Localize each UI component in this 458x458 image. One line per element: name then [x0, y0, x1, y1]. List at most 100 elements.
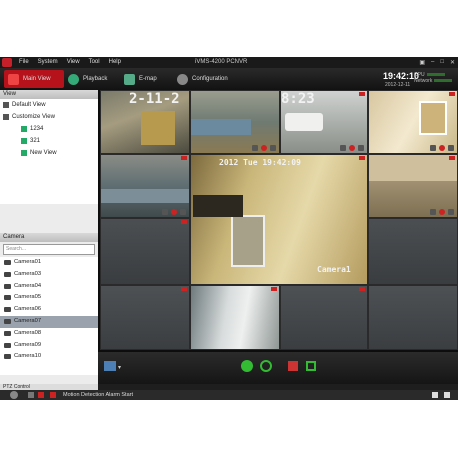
camera-item[interactable]: Camera05: [0, 292, 98, 304]
system-meters: CPU Network: [414, 72, 453, 84]
alarm-flag-icon: [359, 287, 365, 291]
camera-icon: [4, 283, 11, 289]
alarm-flag-icon: [181, 220, 187, 224]
tab-label: E-map: [139, 76, 157, 82]
layout-icon[interactable]: [104, 361, 116, 371]
video-tile[interactable]: [368, 154, 458, 218]
video-tile[interactable]: [190, 90, 280, 154]
close-icon[interactable]: [358, 145, 364, 151]
alarm-flag-icon: [359, 92, 365, 96]
network-label: Network: [414, 78, 433, 84]
alarm-list-icon[interactable]: [28, 392, 34, 398]
video-grid: 2-11-2 8:23 2012 Tue 19:42:09 Camera1: [98, 90, 458, 352]
record-icon[interactable]: [349, 145, 355, 151]
tab-playback[interactable]: Playback: [68, 70, 107, 88]
close-icon[interactable]: [180, 209, 186, 215]
video-tile[interactable]: [280, 285, 368, 350]
video-tile[interactable]: 2-11-2: [100, 90, 190, 154]
camera-item[interactable]: Camera03: [0, 269, 98, 281]
camera-panel-header[interactable]: Camera: [0, 233, 98, 242]
video-tile[interactable]: [368, 285, 458, 350]
menu-file[interactable]: File: [19, 59, 29, 65]
cycle-icon[interactable]: [260, 360, 272, 372]
tab-main-view[interactable]: Main View: [4, 70, 64, 88]
tree-item-1234[interactable]: 1234: [0, 123, 98, 135]
video-tile[interactable]: [100, 154, 190, 218]
video-tile[interactable]: [368, 218, 458, 285]
tree-item-321[interactable]: 321: [0, 135, 98, 147]
video-tile[interactable]: [190, 285, 280, 350]
tile-camera-label: Camera1: [317, 265, 351, 274]
camera-item[interactable]: Camera10: [0, 351, 98, 363]
capture-icon[interactable]: [430, 209, 436, 215]
camera-item[interactable]: Camera01: [0, 257, 98, 269]
grid-icon: [21, 150, 27, 156]
record-icon[interactable]: [171, 209, 177, 215]
capture-icon[interactable]: [430, 145, 436, 151]
playback-toolbar: ▾: [98, 352, 458, 384]
tile-controls: [430, 209, 454, 215]
pin-icon[interactable]: [432, 392, 438, 398]
camera-item[interactable]: Camera06: [0, 304, 98, 316]
view-panel-header[interactable]: View: [0, 90, 98, 99]
alarm-sound-icon[interactable]: [50, 392, 56, 398]
tree-item-customize-view[interactable]: Customize View: [0, 111, 98, 123]
video-tile[interactable]: [100, 285, 190, 350]
menu-view[interactable]: View: [67, 59, 80, 65]
monitor-icon: [8, 73, 19, 85]
alarm-icon[interactable]: [38, 392, 44, 398]
video-tile[interactable]: [368, 90, 458, 154]
video-scene: [419, 101, 447, 135]
tree-item-new-view[interactable]: New View: [0, 147, 98, 159]
chevron-down-icon[interactable]: ▾: [118, 364, 121, 371]
tile-controls: [430, 145, 454, 151]
camera-item[interactable]: Camera08: [0, 328, 98, 340]
capture-icon[interactable]: [252, 145, 258, 151]
lock-icon[interactable]: ▣: [419, 59, 425, 66]
capture-icon[interactable]: [340, 145, 346, 151]
video-scene: [101, 189, 189, 203]
tree-item-default-view[interactable]: Default View: [0, 99, 98, 111]
camera-icon: [4, 330, 11, 336]
minimize-icon[interactable]: –: [431, 59, 434, 66]
tab-configuration[interactable]: Configuration: [177, 70, 228, 88]
video-tile[interactable]: [100, 218, 190, 285]
tab-label: Playback: [83, 76, 108, 82]
alarm-flag-icon: [181, 156, 187, 160]
capture-icon[interactable]: [162, 209, 168, 215]
tile-controls: [252, 145, 276, 151]
menu-tool[interactable]: Tool: [89, 59, 100, 65]
camera-search-input[interactable]: Search...: [3, 244, 95, 255]
camera-icon: [4, 295, 11, 301]
menu-help[interactable]: Help: [109, 59, 121, 65]
camera-icon: [4, 271, 11, 277]
video-tile[interactable]: 8:23: [280, 90, 368, 154]
app-logo: [2, 58, 12, 67]
menu-system[interactable]: System: [38, 59, 58, 65]
record-icon[interactable]: [439, 145, 445, 151]
fullscreen-icon[interactable]: [306, 361, 316, 371]
mute-icon[interactable]: [288, 361, 298, 371]
close-icon[interactable]: [448, 145, 454, 151]
tab-emap[interactable]: E-map: [124, 70, 157, 88]
camera-icon: [4, 318, 11, 324]
camera-item-selected[interactable]: Camera07: [0, 315, 98, 328]
record-icon[interactable]: [439, 209, 445, 215]
close-icon[interactable]: [270, 145, 276, 151]
camera-item[interactable]: Camera09: [0, 340, 98, 352]
record-icon[interactable]: [261, 145, 267, 151]
left-panel: View Default View Customize View 1234 32…: [0, 90, 98, 384]
tab-label: Configuration: [192, 76, 228, 82]
maximize-icon[interactable]: □: [440, 59, 444, 66]
view-icon: [3, 114, 9, 120]
camera-item[interactable]: Camera04: [0, 281, 98, 293]
stop-all-icon[interactable]: [241, 360, 253, 372]
expand-icon[interactable]: [444, 392, 450, 398]
window-title: iVMS-4200 PCNVR: [195, 59, 248, 65]
alarm-flag-icon: [359, 156, 365, 160]
close-icon[interactable]: ✕: [450, 59, 455, 66]
grid-icon: [21, 138, 27, 144]
user-icon: [10, 391, 18, 399]
close-icon[interactable]: [448, 209, 454, 215]
main-video-tile[interactable]: 2012 Tue 19:42:09 Camera1: [190, 154, 368, 285]
